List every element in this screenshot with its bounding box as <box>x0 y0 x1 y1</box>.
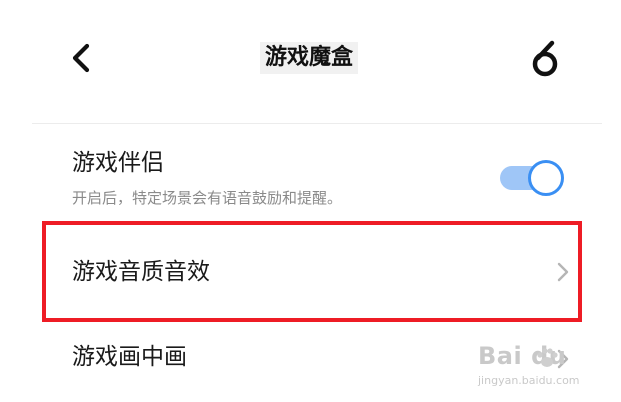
chevron-right-icon <box>557 262 569 282</box>
game-companion-description: 开启后，特定场景会有语音鼓励和提醒。 <box>72 189 343 207</box>
back-chevron-icon[interactable] <box>68 40 94 76</box>
baidu-watermark: Bai du jingyan.baidu.com <box>478 342 606 394</box>
watermark-url: jingyan.baidu.com <box>478 374 580 387</box>
game-companion-toggle[interactable] <box>500 158 566 198</box>
six-logo-icon[interactable] <box>526 38 564 78</box>
header: 游戏魔盒 <box>0 0 621 122</box>
game-companion-label: 游戏伴侣 <box>72 150 164 176</box>
page-title: 游戏魔盒 <box>260 42 358 74</box>
picture-in-picture-label: 游戏画中画 <box>72 344 187 370</box>
paw-icon <box>537 348 558 367</box>
sound-effects-row[interactable]: 游戏音质音效 <box>46 225 578 318</box>
header-divider <box>32 123 602 124</box>
toggle-knob <box>528 160 564 196</box>
sound-effects-label: 游戏音质音效 <box>72 259 210 285</box>
